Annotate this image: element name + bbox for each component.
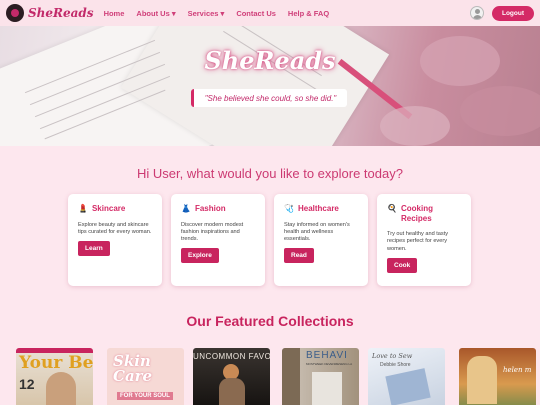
card-skincare: 💄 Skincare Explore beauty and skincare ti…: [68, 194, 162, 286]
dress-icon: 👗: [181, 204, 191, 213]
cover-title: Your Best You: [19, 353, 93, 373]
hero-banner: SheReads "She believed she could, so she…: [0, 26, 540, 146]
cover-subtitle: 12: [19, 376, 35, 392]
card-description: Stay informed on women's health and well…: [284, 221, 350, 243]
card-cooking-recipes: 🍳 Cooking Recipes Try out healthy and tas…: [377, 194, 471, 286]
logout-button[interactable]: Logout: [491, 5, 534, 21]
cover-subtitle: FOR YOUR SOUL: [117, 392, 173, 400]
greeting-heading: Hi User, what would you like to explore …: [137, 166, 403, 181]
cover-subtitle: Debbie Shore: [380, 362, 411, 368]
card-description: Explore beauty and skincare tips curated…: [78, 221, 152, 235]
cover-title: UNCOMMON FAVO: [193, 352, 270, 361]
featured-covers: Your Best You 12 Skin Care FOR YOUR SOUL…: [16, 348, 540, 405]
hero-title: SheReads: [204, 46, 336, 75]
cover-title: BEHAVI: [306, 350, 348, 361]
card-title: Healthcare: [297, 204, 339, 213]
read-button[interactable]: Read: [284, 248, 314, 264]
cover-title: Skin Care: [113, 352, 153, 385]
card-title: Skincare: [91, 204, 126, 213]
card-title: Fashion: [194, 204, 226, 213]
navbar: SheReads Home About Us ▾ Services ▾ Cont…: [0, 0, 540, 26]
nav-services[interactable]: Services ▾: [188, 9, 225, 18]
nav-about-us[interactable]: About Us ▾: [136, 9, 175, 18]
user-avatar-icon[interactable]: [469, 6, 484, 20]
cover-book-5[interactable]: Love to Sew Debbie Shore: [368, 348, 445, 405]
card-fashion: 👗 Fashion Discover modern modest fashion …: [171, 194, 265, 286]
nav-help-faq[interactable]: Help & FAQ: [288, 9, 329, 18]
logo-icon[interactable]: [6, 4, 24, 22]
explore-button[interactable]: Explore: [181, 248, 219, 264]
nav-links: Home About Us ▾ Services ▾ Contact Us He…: [104, 9, 342, 18]
cover-book-6[interactable]: helen m: [459, 348, 536, 405]
cover-book-3[interactable]: UNCOMMON FAVO: [193, 348, 270, 405]
cook-button[interactable]: Cook: [387, 257, 418, 273]
cover-title: Love to Sew: [372, 352, 413, 360]
card-description: Try out healthy and tasty recipes perfec…: [387, 231, 449, 252]
cover-title: helen m: [503, 366, 532, 374]
learn-button[interactable]: Learn: [78, 241, 110, 257]
cover-subtitle: MOSTWEEK DEVENMESENG LA: [306, 362, 353, 366]
stethoscope-icon: 🩺: [284, 204, 294, 213]
hero-quote: "She believed she could, so she did.": [191, 89, 347, 107]
cover-book-4[interactable]: BEHAVI MOSTWEEK DEVENMESENG LA: [282, 348, 359, 405]
nav-contact-us[interactable]: Contact Us: [236, 9, 276, 18]
cover-magazine-2[interactable]: Skin Care FOR YOUR SOUL: [107, 348, 184, 405]
cooking-icon: 🍳: [387, 204, 397, 213]
card-description: Discover modern modest fashion inspirati…: [181, 221, 244, 243]
cover-magazine-1[interactable]: Your Best You 12: [16, 348, 93, 405]
nav-home[interactable]: Home: [104, 9, 125, 18]
featured-collections-heading: Our Featured Collections: [186, 313, 354, 329]
brand-name[interactable]: SheReads: [28, 6, 94, 20]
card-title: Cooking Recipes: [400, 204, 433, 223]
lipstick-icon: 💄: [78, 204, 88, 213]
card-healthcare: 🩺 Healthcare Stay informed on women's hea…: [274, 194, 368, 286]
